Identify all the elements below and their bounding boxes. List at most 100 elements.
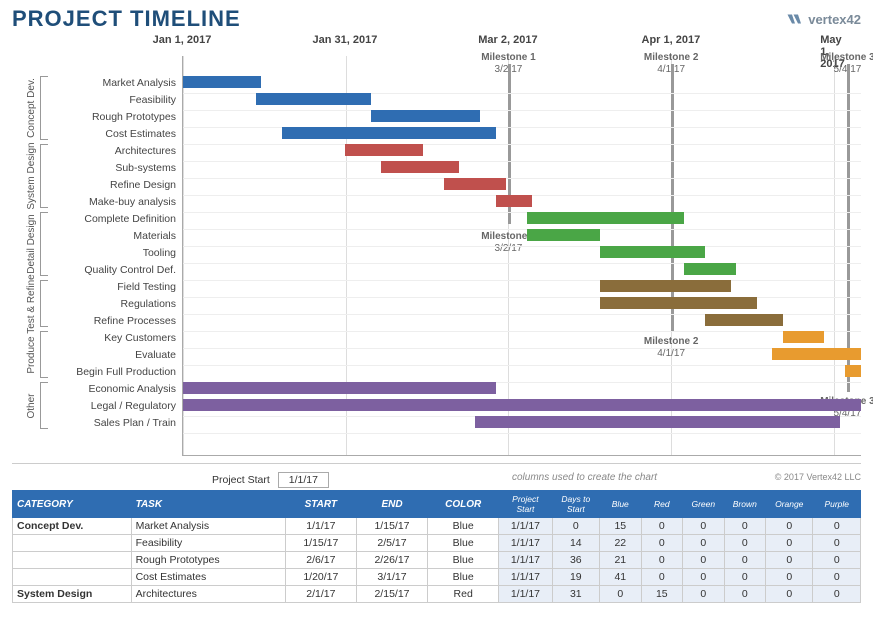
- task-label: Field Testing: [52, 278, 182, 295]
- task-label: Make-buy analysis: [52, 193, 182, 210]
- task-label: Regulations: [52, 295, 182, 312]
- cell-red: 0: [641, 569, 683, 586]
- cell-category: [13, 569, 132, 586]
- th-hint: Brown: [724, 491, 766, 518]
- th-task: TASK: [131, 491, 285, 518]
- page-title: PROJECT TIMELINE: [12, 6, 241, 32]
- gantt-bar: [496, 195, 533, 207]
- gantt-bar: [345, 144, 423, 156]
- cell-orange: 0: [766, 535, 813, 552]
- task-labels: Market Analysis Feasibility Rough Protot…: [52, 56, 182, 456]
- task-label: Economic Analysis: [52, 380, 182, 397]
- cell-color: Blue: [428, 552, 499, 569]
- cell-end: 2/26/17: [356, 552, 427, 569]
- cell-ps: 1/1/17: [499, 535, 552, 552]
- task-label: Feasibility: [52, 91, 182, 108]
- cell-category: System Design: [13, 586, 132, 603]
- cell-blue: 15: [600, 518, 642, 535]
- th-hint: Green: [683, 491, 725, 518]
- task-label: Cost Estimates: [52, 125, 182, 142]
- cell-category: [13, 535, 132, 552]
- cell-task: Market Analysis: [131, 518, 285, 535]
- gantt-bar: [783, 331, 825, 343]
- cell-green: 0: [683, 535, 725, 552]
- task-label: Complete Definition: [52, 210, 182, 227]
- th-hint: Blue: [600, 491, 642, 518]
- cell-purple: 0: [813, 586, 861, 603]
- cell-category: Concept Dev.: [13, 518, 132, 535]
- task-label: Sub-systems: [52, 159, 182, 176]
- task-label: Refine Processes: [52, 312, 182, 329]
- cell-blue: 0: [600, 586, 642, 603]
- cell-dts: 0: [552, 518, 599, 535]
- gantt-bar: [256, 93, 371, 105]
- task-label: Quality Control Def.: [52, 261, 182, 278]
- gantt-bar: [183, 76, 261, 88]
- cell-blue: 41: [600, 569, 642, 586]
- cell-red: 15: [641, 586, 683, 603]
- columns-note: columns used to create the chart: [512, 472, 657, 483]
- copyright: © 2017 Vertex42 LLC: [775, 472, 861, 482]
- cell-color: Blue: [428, 535, 499, 552]
- table-row[interactable]: Concept Dev.Market Analysis 1/1/17 1/15/17…: [13, 518, 861, 535]
- cell-end: 1/15/17: [356, 518, 427, 535]
- cell-end: 3/1/17: [356, 569, 427, 586]
- table-row[interactable]: Feasibility1/15/172/5/17Blue1/1/17142200…: [13, 535, 861, 552]
- x-tick: Jan 31, 2017: [313, 34, 378, 46]
- task-label: Key Customers: [52, 329, 182, 346]
- cell-color: Blue: [428, 569, 499, 586]
- cell-start: 2/1/17: [285, 586, 356, 603]
- task-label: Refine Design: [52, 176, 182, 193]
- th-end: END: [356, 491, 427, 518]
- cell-ps: 1/1/17: [499, 552, 552, 569]
- cell-orange: 0: [766, 518, 813, 535]
- cell-purple: 0: [813, 535, 861, 552]
- cell-start: 1/20/17: [285, 569, 356, 586]
- table-row[interactable]: Rough Prototypes2/6/172/26/17Blue1/1/173…: [13, 552, 861, 569]
- gantt-bar: [444, 178, 507, 190]
- table-row[interactable]: System DesignArchitectures2/1/172/15/17R…: [13, 586, 861, 603]
- gantt-bar: [600, 246, 704, 258]
- cell-purple: 0: [813, 518, 861, 535]
- table-row[interactable]: Cost Estimates1/20/173/1/17Blue1/1/17194…: [13, 569, 861, 586]
- gantt-bar: [527, 229, 600, 241]
- gantt-bar: [475, 416, 840, 428]
- cell-ps: 1/1/17: [499, 569, 552, 586]
- cell-dts: 36: [552, 552, 599, 569]
- category-axis: Concept Dev. System Design Detail Design…: [12, 56, 52, 456]
- task-label: Begin Full Production: [52, 363, 182, 380]
- cell-orange: 0: [766, 586, 813, 603]
- gantt-bar: [183, 382, 496, 394]
- cell-start: 1/15/17: [285, 535, 356, 552]
- task-label: Market Analysis: [52, 74, 182, 91]
- cell-dts: 14: [552, 535, 599, 552]
- x-tick: Mar 2, 2017: [478, 34, 537, 46]
- cell-task: Rough Prototypes: [131, 552, 285, 569]
- cell-blue: 21: [600, 552, 642, 569]
- project-start-value[interactable]: 1/1/17: [278, 472, 329, 488]
- task-label: Architectures: [52, 142, 182, 159]
- x-tick: Apr 1, 2017: [642, 34, 701, 46]
- cell-red: 0: [641, 535, 683, 552]
- cell-purple: 0: [813, 569, 861, 586]
- gantt-bar: [600, 297, 756, 309]
- cell-dts: 31: [552, 586, 599, 603]
- th-hint: Purple: [813, 491, 861, 518]
- gantt-bar: [282, 127, 496, 139]
- task-label: Materials: [52, 227, 182, 244]
- gantt-bar: [684, 263, 736, 275]
- cell-orange: 0: [766, 569, 813, 586]
- task-label: Evaluate: [52, 346, 182, 363]
- cell-green: 0: [683, 569, 725, 586]
- cell-green: 0: [683, 552, 725, 569]
- cell-end: 2/5/17: [356, 535, 427, 552]
- cell-red: 0: [641, 552, 683, 569]
- x-tick: Jan 1, 2017: [153, 34, 212, 46]
- cell-brown: 0: [724, 518, 766, 535]
- cell-brown: 0: [724, 552, 766, 569]
- th-color: COLOR: [428, 491, 499, 518]
- cell-task: Feasibility: [131, 535, 285, 552]
- cell-ps: 1/1/17: [499, 518, 552, 535]
- th-hint: Project Start: [499, 491, 552, 518]
- cell-ps: 1/1/17: [499, 586, 552, 603]
